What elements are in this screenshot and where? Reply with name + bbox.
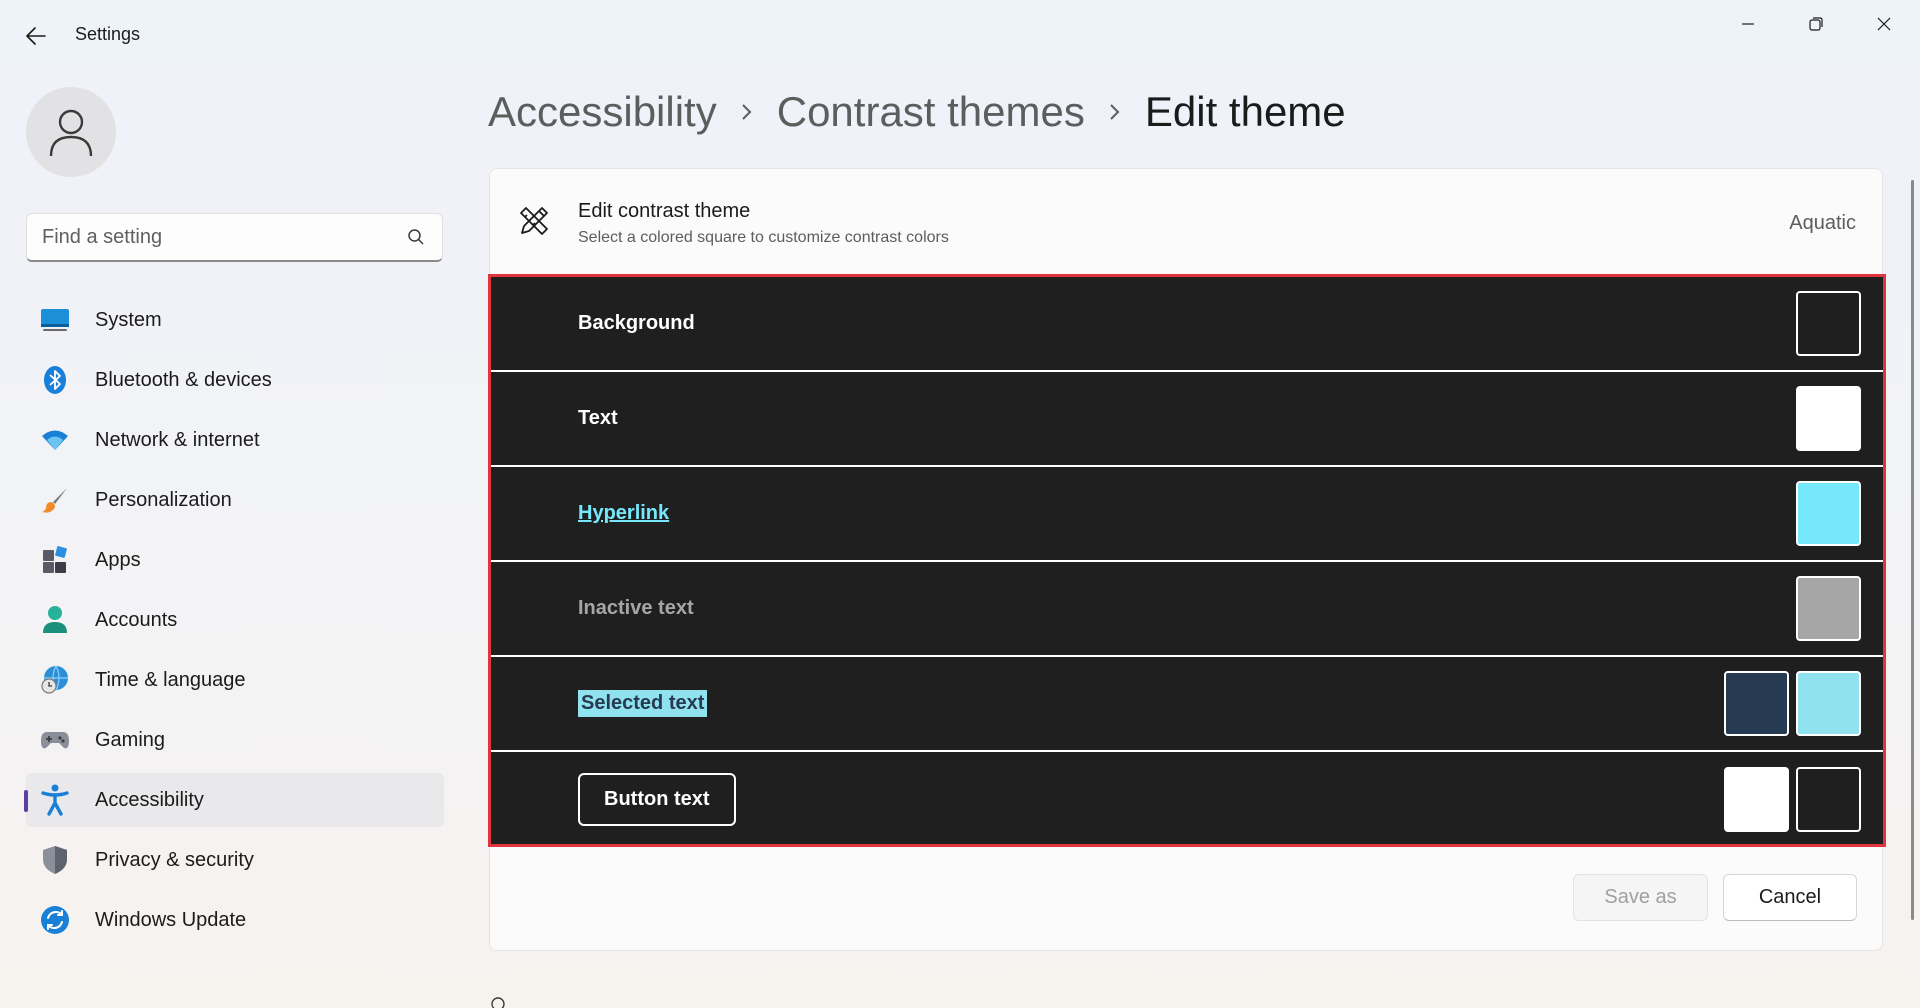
sidebar-item-time-language[interactable]: Time & language [26, 653, 444, 707]
breadcrumb-contrast-themes[interactable]: Contrast themes [777, 88, 1085, 136]
apps-icon [39, 544, 71, 576]
button-text-foreground-swatch[interactable] [1724, 766, 1789, 832]
card-title: Edit contrast theme [578, 200, 751, 222]
brush-icon [39, 484, 71, 516]
sidebar-item-accounts[interactable]: Accounts [26, 593, 444, 647]
globe-clock-icon [39, 664, 71, 696]
theme-name: Aquatic [1789, 212, 1856, 234]
row-label-inactive-text: Inactive text [578, 597, 694, 619]
search-box[interactable] [26, 213, 443, 262]
theme-row-selected-text: Selected text [491, 657, 1883, 752]
sidebar-item-windows-update[interactable]: Windows Update [26, 893, 444, 947]
sidebar-item-bluetooth[interactable]: Bluetooth & devices [26, 353, 444, 407]
theme-row-inactive-text: Inactive text [491, 562, 1883, 657]
sidebar-item-label: Bluetooth & devices [95, 368, 272, 391]
theme-row-text: Text [491, 372, 1883, 467]
save-as-button[interactable]: Save as [1573, 874, 1708, 921]
partial-icon [490, 996, 506, 1008]
theme-colors-panel: Background Text Hyperlink Inactive text … [488, 274, 1886, 847]
sidebar-item-gaming[interactable]: Gaming [26, 713, 444, 767]
wifi-icon [39, 424, 71, 456]
sidebar-item-privacy-security[interactable]: Privacy & security [26, 833, 444, 887]
sidebar-item-label: Windows Update [95, 908, 247, 931]
accounts-icon [39, 604, 71, 636]
selected-text-background-swatch[interactable] [1796, 671, 1861, 736]
sidebar-item-label: Accessibility [95, 788, 204, 811]
text-color-swatch[interactable] [1796, 386, 1861, 451]
sidebar-item-system[interactable]: System [26, 293, 444, 347]
breadcrumb-accessibility[interactable]: Accessibility [488, 88, 717, 136]
inactive-text-color-swatch[interactable] [1796, 576, 1861, 641]
update-icon [39, 904, 71, 936]
theme-row-button-text: Button text [491, 752, 1883, 846]
close-icon [1877, 17, 1891, 31]
sidebar-item-personalization[interactable]: Personalization [26, 473, 444, 527]
minimize-icon [1742, 23, 1754, 25]
sidebar-item-label: Accounts [95, 608, 178, 631]
back-button[interactable] [18, 18, 54, 54]
restore-icon [1809, 17, 1823, 31]
accessibility-icon [39, 784, 71, 816]
maximize-button[interactable] [1788, 6, 1844, 42]
sidebar-item-accessibility[interactable]: Accessibility [24, 773, 444, 827]
sidebar-item-label: Gaming [95, 728, 166, 751]
pencil-ruler-icon [520, 207, 548, 235]
row-label-background: Background [578, 312, 695, 334]
row-label-text: Text [578, 407, 618, 429]
search-input[interactable] [27, 225, 396, 249]
hyperlink-color-swatch[interactable] [1796, 481, 1861, 546]
scrollbar[interactable] [1911, 180, 1914, 920]
theme-row-background: Background [491, 277, 1883, 372]
bluetooth-icon [39, 364, 71, 396]
close-button[interactable] [1856, 6, 1912, 42]
cancel-button[interactable]: Cancel [1723, 874, 1857, 921]
shield-icon [39, 844, 71, 876]
system-icon [39, 304, 71, 336]
sidebar-item-label: Privacy & security [95, 848, 254, 871]
user-icon [49, 109, 93, 157]
search-icon [408, 229, 424, 245]
gamepad-icon [39, 724, 71, 756]
search-button[interactable] [396, 217, 436, 257]
sidebar-item-apps[interactable]: Apps [26, 533, 444, 587]
sidebar-item-label: System [95, 308, 162, 331]
back-arrow-icon [26, 27, 46, 45]
row-label-hyperlink: Hyperlink [578, 502, 670, 524]
minimize-button[interactable] [1720, 6, 1776, 42]
sidebar-item-label: Network & internet [95, 428, 260, 451]
sidebar-nav: System Bluetooth & devices Network & int… [24, 293, 444, 953]
breadcrumb: Accessibility Contrast themes Edit theme [488, 82, 1346, 142]
card-header: Edit contrast theme Select a colored squ… [490, 169, 1882, 275]
background-color-swatch[interactable] [1796, 291, 1861, 356]
button-text-background-swatch[interactable] [1796, 766, 1861, 832]
sidebar-item-label: Apps [95, 548, 141, 571]
row-label-selected-text: Selected text [578, 690, 708, 717]
card-subtitle: Select a colored square to customize con… [578, 229, 949, 246]
sidebar-item-network[interactable]: Network & internet [26, 413, 444, 467]
avatar[interactable] [26, 87, 116, 177]
chevron-right-icon [1085, 103, 1145, 121]
sidebar-item-label: Personalization [95, 488, 232, 511]
breadcrumb-edit-theme: Edit theme [1144, 88, 1346, 135]
row-label-button-text: Button text [578, 772, 736, 826]
title-bar: Settings [0, 0, 1920, 72]
selected-text-foreground-swatch[interactable] [1724, 671, 1789, 736]
sidebar-item-label: Time & language [95, 668, 246, 691]
chevron-right-icon [717, 103, 777, 121]
app-title: Settings [75, 24, 141, 44]
theme-row-hyperlink: Hyperlink [491, 467, 1883, 562]
